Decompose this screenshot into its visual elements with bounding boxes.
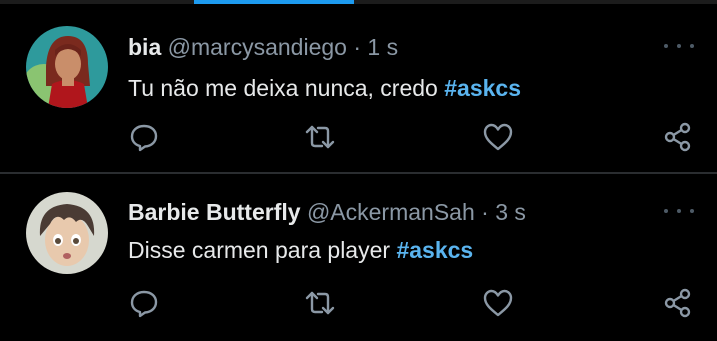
tweet-header: bia @marcysandiego · 1 s [128, 33, 398, 61]
separator: · [481, 199, 489, 225]
timestamp[interactable]: 3 s [495, 199, 526, 225]
avatar[interactable] [26, 192, 108, 274]
separator: · [353, 34, 362, 60]
tweet-header: Barbie Butterfly @AckermanSah · 3 s [128, 198, 526, 226]
tweet-text: Disse carmen para player #askcs [128, 236, 473, 264]
share-icon[interactable] [662, 121, 694, 153]
tweet-body: Disse carmen para player [128, 237, 391, 263]
tweet[interactable]: bia @marcysandiego · 1 s Tu não me deixa… [0, 4, 717, 172]
avatar[interactable] [26, 26, 108, 108]
timestamp[interactable]: 1 s [367, 34, 398, 60]
like-icon[interactable] [482, 121, 514, 153]
display-name[interactable]: Barbie Butterfly [128, 199, 301, 225]
retweet-icon[interactable] [304, 287, 336, 319]
share-icon[interactable] [662, 287, 694, 319]
more-icon[interactable] [664, 40, 694, 52]
hashtag-link[interactable]: #askcs [444, 75, 521, 101]
user-handle[interactable]: @marcysandiego [168, 34, 347, 60]
reply-icon[interactable] [128, 121, 160, 153]
reply-icon[interactable] [128, 287, 160, 319]
like-icon[interactable] [482, 287, 514, 319]
retweet-icon[interactable] [304, 121, 336, 153]
display-name[interactable]: bia [128, 34, 161, 60]
hashtag-link[interactable]: #askcs [396, 237, 473, 263]
more-icon[interactable] [664, 205, 694, 217]
tweet-text: Tu não me deixa nunca, credo #askcs [128, 74, 521, 102]
tweet-body: Tu não me deixa nunca, credo [128, 75, 438, 101]
user-handle[interactable]: @AckermanSah [307, 199, 475, 225]
tweet[interactable]: Barbie Butterfly @AckermanSah · 3 s Diss… [0, 174, 717, 341]
